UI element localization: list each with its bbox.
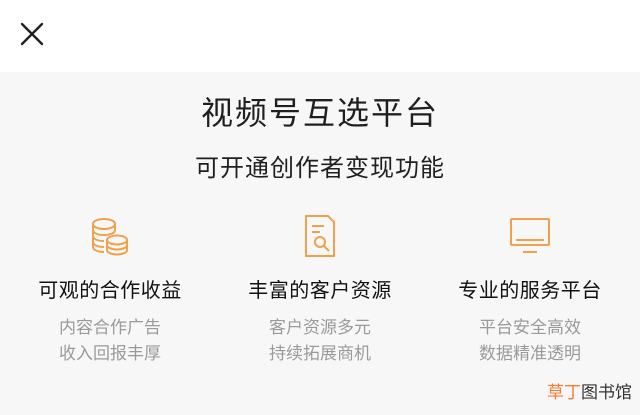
feature-desc-line-2: 数据精准透明	[479, 344, 581, 364]
feature-desc-line-1: 内容合作广告	[59, 318, 161, 338]
coins-icon	[5, 212, 215, 260]
feature-desc-line-2: 收入回报丰厚	[59, 344, 161, 364]
feature-desc-line-1: 平台安全高效	[479, 318, 581, 338]
page-subtitle: 可开通创作者变现功能	[195, 154, 445, 182]
close-button[interactable]	[14, 16, 50, 52]
feature-resources: 丰富的客户资源 客户资源多元 持续拓展商机	[215, 212, 425, 367]
feature-title: 专业的服务平台	[458, 278, 602, 302]
feature-desc-line-2: 持续拓展商机	[269, 344, 371, 364]
feature-earnings: 可观的合作收益 内容合作广告 收入回报丰厚	[5, 212, 215, 367]
watermark-text: 图书馆	[581, 383, 632, 403]
top-bar	[0, 0, 640, 72]
monitor-icon	[425, 212, 635, 260]
close-icon	[20, 22, 44, 46]
page-title: 视频号互选平台	[200, 94, 439, 132]
watermark: 草丁图书馆	[547, 378, 632, 403]
feature-title: 丰富的客户资源	[248, 278, 392, 302]
feature-desc-line-1: 客户资源多元	[269, 318, 371, 338]
feature-title: 可观的合作收益	[38, 278, 182, 302]
feature-platform: 专业的服务平台 平台安全高效 数据精准透明	[425, 212, 635, 367]
feature-list: 可观的合作收益 内容合作广告 收入回报丰厚 丰富的客户资源 客户资源多元 持续拓…	[0, 212, 640, 372]
document-search-icon	[215, 212, 425, 260]
watermark-accent: 草丁	[547, 383, 581, 403]
